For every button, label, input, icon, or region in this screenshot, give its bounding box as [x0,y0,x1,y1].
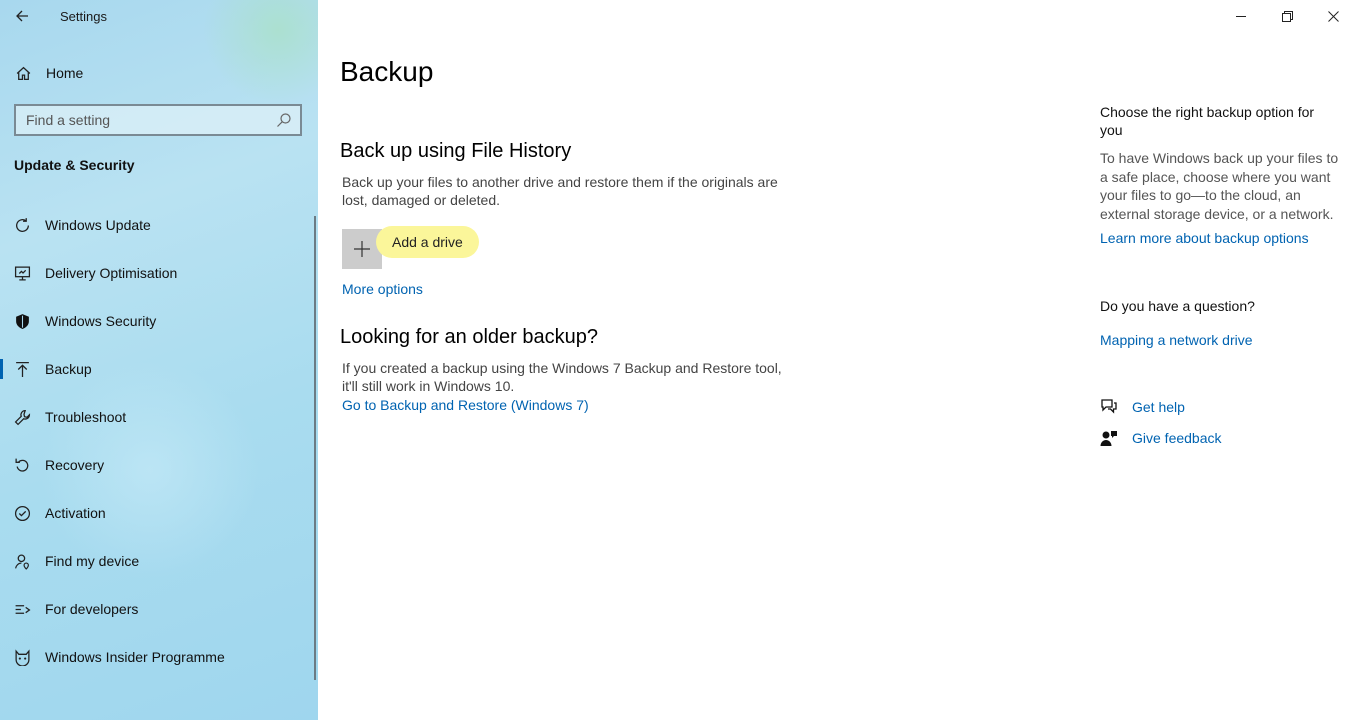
search-input[interactable] [26,112,266,128]
sidebar-item-label: Home [46,65,84,81]
search-icon[interactable] [276,112,292,128]
sidebar-item-find-my-device[interactable]: Find my device [0,537,318,585]
add-drive-label: Add a drive [392,233,463,250]
file-history-description: Back up your files to another drive and … [342,174,778,208]
developer-icon [0,601,45,618]
question-title: Do you have a question? [1100,298,1255,314]
add-drive-button[interactable]: Add a drive [342,225,479,269]
sidebar-item-delivery-optimisation[interactable]: Delivery Optimisation [0,249,318,297]
main-content: Backup Back up using File History Back u… [318,0,1356,720]
nav-list: Windows Update Delivery Optimisation Win… [0,201,318,681]
title-bar: Settings [0,0,318,32]
sidebar-item-label: Windows Insider Programme [45,649,225,665]
minimize-icon [1236,16,1246,17]
home-icon [0,65,46,82]
sidebar-item-home[interactable]: Home [0,56,318,90]
refresh-icon [0,217,45,234]
search-box[interactable] [14,104,302,136]
give-feedback-row[interactable]: Give feedback [1100,429,1222,447]
sidebar-item-label: Troubleshoot [45,409,127,425]
add-drive-highlight: Add a drive [376,225,479,258]
file-history-heading: Back up using File History [340,140,572,162]
sidebar-item-label: Backup [45,361,92,377]
shield-icon [0,313,45,330]
older-backup-description: If you created a backup using the Window… [342,360,782,394]
sidebar-item-activation[interactable]: Activation [0,489,318,537]
restore-button[interactable] [1264,0,1310,32]
delivery-optimisation-icon [0,265,45,282]
person-pin-icon [0,553,45,570]
plus-icon [354,241,370,257]
close-icon [1327,10,1339,22]
sidebar-item-windows-insider-programme[interactable]: Windows Insider Programme [0,633,318,681]
older-backup-heading: Looking for an older backup? [340,326,598,348]
sidebar-item-troubleshoot[interactable]: Troubleshoot [0,393,318,441]
sidebar-scrollbar[interactable] [314,216,316,680]
sidebar-item-label: Windows Security [45,313,157,329]
get-help-icon [1101,399,1117,414]
check-circle-icon [0,505,45,522]
sidebar-item-windows-update[interactable]: Windows Update [0,201,318,249]
sidebar-item-windows-security[interactable]: Windows Security [0,297,318,345]
sidebar-item-label: Recovery [45,457,105,473]
choose-backup-description: To have Windows back up your files to a … [1100,150,1339,222]
get-help-row[interactable]: Get help [1100,398,1185,416]
window-controls [1218,0,1356,32]
sidebar-item-for-developers[interactable]: For developers [0,585,318,633]
sidebar-item-label: For developers [45,601,139,617]
give-feedback-link[interactable]: Give feedback [1132,430,1222,446]
mapping-network-drive-link[interactable]: Mapping a network drive [1100,332,1253,348]
recovery-icon [0,457,45,474]
get-help-link[interactable]: Get help [1132,399,1185,415]
back-arrow-icon [16,10,28,22]
minimize-button[interactable] [1218,0,1264,32]
insider-cat-icon [0,648,45,666]
restore-icon [1281,10,1293,22]
back-button[interactable] [8,4,36,28]
section-title: Update & Security [14,157,135,173]
app-title: Settings [60,9,107,24]
more-options-link[interactable]: More options [342,281,423,297]
learn-more-backup-link[interactable]: Learn more about backup options [1100,230,1309,246]
sidebar-item-backup[interactable]: Backup [0,345,318,393]
backup-arrow-icon [0,361,45,378]
sidebar-item-label: Delivery Optimisation [45,265,178,281]
sidebar-item-label: Activation [45,505,106,521]
wrench-icon [0,409,45,426]
give-feedback-icon [1100,431,1117,446]
plus-tile [342,229,382,269]
sidebar-item-label: Find my device [45,553,140,569]
choose-backup-title: Choose the right backup option for you [1100,104,1315,138]
sidebar-item-recovery[interactable]: Recovery [0,441,318,489]
sidebar-item-label: Windows Update [45,217,151,233]
backup-restore-windows7-link[interactable]: Go to Backup and Restore (Windows 7) [342,397,589,413]
page-title: Backup [340,56,434,87]
sidebar: Settings Home Update & Security Windows … [0,0,318,720]
close-button[interactable] [1310,0,1356,32]
